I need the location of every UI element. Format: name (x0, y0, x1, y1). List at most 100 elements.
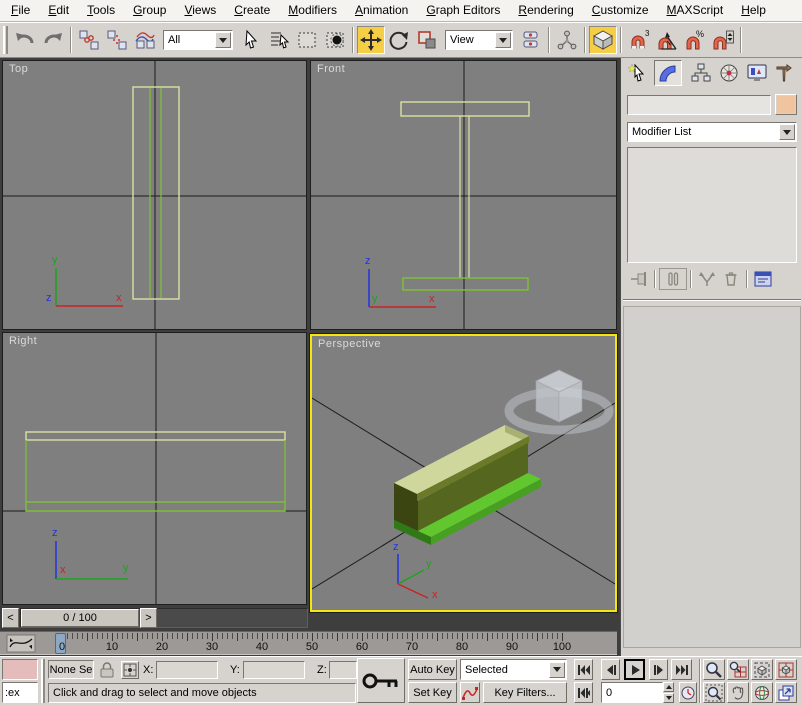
menu-item[interactable]: Create (225, 0, 279, 21)
select-and-rotate-icon[interactable] (385, 26, 413, 54)
macro-recorder-pane[interactable] (2, 659, 38, 680)
tab-modify[interactable] (654, 60, 682, 86)
key-filters-button[interactable]: Key Filters... (483, 682, 567, 703)
maximize-viewport-toggle-icon[interactable] (775, 682, 797, 703)
menu-item[interactable]: Edit (39, 0, 78, 21)
time-configuration-icon[interactable] (679, 682, 697, 703)
viewport-label[interactable]: Top (9, 63, 28, 75)
menu-item[interactable]: Help (732, 0, 775, 21)
bind-to-space-warp-icon[interactable] (131, 26, 159, 54)
use-pivot-point-center-icon[interactable] (517, 26, 545, 54)
make-unique-icon[interactable] (695, 268, 719, 290)
dropdown-arrow-icon[interactable] (779, 124, 795, 140)
undo-icon[interactable] (11, 26, 39, 54)
snaps-toggle-icon[interactable]: 3 (625, 26, 653, 54)
menu-item[interactable]: File (2, 0, 39, 21)
spinner-snap-toggle-icon[interactable] (709, 26, 737, 54)
menu-item[interactable]: Group (124, 0, 175, 21)
unlink-selection-icon[interactable] (103, 26, 131, 54)
rectangular-selection-region-icon[interactable] (293, 26, 321, 54)
select-and-move-icon[interactable] (357, 26, 385, 54)
redo-icon[interactable] (39, 26, 67, 54)
ghost-helper-object[interactable] (504, 369, 614, 435)
open-mini-curve-editor-icon[interactable] (6, 634, 36, 656)
tab-hierarchy[interactable] (687, 60, 715, 86)
menu-item[interactable]: Graph Editors (417, 0, 509, 21)
viewport-label[interactable]: Perspective (318, 338, 381, 350)
auto-key-button[interactable]: Auto Key (408, 659, 457, 680)
ibeam-wireframe-top[interactable] (132, 86, 180, 300)
show-end-result-icon[interactable] (659, 268, 687, 290)
select-and-scale-icon[interactable] (413, 26, 441, 54)
tab-utilities[interactable] (771, 60, 799, 86)
time-slider-handle[interactable]: 0 / 100 (21, 609, 139, 627)
menu-item[interactable]: Rendering (509, 0, 582, 21)
viewport-perspective[interactable]: z y x Perspective (309, 333, 618, 613)
menu-item[interactable]: Tools (78, 0, 124, 21)
maxscript-mini-listener[interactable]: :ex (2, 682, 38, 703)
go-to-end-button[interactable] (671, 659, 692, 680)
angle-snap-toggle-icon[interactable] (653, 26, 681, 54)
menu-item[interactable]: Views (175, 0, 225, 21)
menu-item[interactable]: Animation (346, 0, 417, 21)
modifier-list-dropdown[interactable]: Modifier List (627, 122, 797, 142)
absolute-offset-mode-toggle[interactable] (121, 661, 139, 679)
key-mode-dropdown[interactable]: Selected (460, 659, 567, 680)
object-name-field[interactable] (627, 95, 771, 115)
y-coordinate-field[interactable] (243, 661, 305, 679)
menu-item[interactable]: Customize (583, 0, 658, 21)
pan-view-icon[interactable] (727, 682, 749, 703)
tab-motion[interactable] (715, 60, 743, 86)
previous-frame-arrow-button[interactable]: < (2, 608, 19, 628)
play-animation-button[interactable] (624, 659, 645, 680)
viewport-label[interactable]: Front (317, 63, 345, 75)
viewport-right[interactable]: z x y Right (2, 332, 307, 605)
frame-spinner[interactable] (663, 682, 674, 703)
key-mode-toggle-icon[interactable] (574, 682, 593, 703)
toolbar-grip[interactable] (3, 26, 8, 54)
go-to-start-button[interactable] (574, 659, 593, 680)
select-object-icon[interactable] (237, 26, 265, 54)
viewport-label[interactable]: Right (9, 335, 37, 347)
dropdown-arrow-icon[interactable] (549, 661, 565, 678)
modifier-stack-list[interactable] (627, 147, 797, 263)
dropdown-arrow-icon[interactable] (495, 32, 511, 48)
object-color-swatch[interactable] (775, 94, 797, 115)
menu-item[interactable]: Modifiers (279, 0, 346, 21)
selection-lock-icon[interactable] (99, 661, 115, 682)
set-keys-button[interactable] (357, 658, 405, 703)
zoom-extents-all-icon[interactable] (775, 659, 797, 680)
time-slider-track[interactable]: 0 / 100 (20, 608, 308, 628)
new-key-tangents-icon[interactable] (460, 682, 480, 703)
arc-rotate-icon[interactable] (751, 682, 773, 703)
zoom-icon[interactable] (703, 659, 725, 680)
remove-modifier-icon[interactable] (719, 268, 743, 290)
percent-snap-toggle-icon[interactable]: % (681, 26, 709, 54)
tab-create[interactable] (625, 60, 653, 86)
configure-modifier-sets-icon[interactable] (751, 268, 775, 290)
next-frame-button[interactable] (649, 659, 668, 680)
pin-stack-icon[interactable] (627, 268, 651, 290)
select-and-link-icon[interactable] (75, 26, 103, 54)
zoom-extents-icon[interactable] (751, 659, 773, 680)
track-bar[interactable]: 0 10 20 30 40 50 60 70 80 90 100 (0, 631, 617, 655)
select-by-name-icon[interactable] (265, 26, 293, 54)
selection-filter-dropdown[interactable]: All (163, 30, 233, 50)
x-coordinate-field[interactable] (156, 661, 218, 679)
viewport-top[interactable]: y x z Top (2, 60, 307, 330)
region-zoom-icon[interactable] (703, 682, 725, 703)
listener-splitter[interactable] (41, 659, 45, 703)
set-key-button[interactable]: Set Key (408, 682, 457, 703)
z-coordinate-field[interactable] (329, 661, 357, 679)
tab-display[interactable] (743, 60, 771, 86)
zoom-all-icon[interactable] (727, 659, 749, 680)
keyboard-shortcut-override-toggle-icon[interactable] (589, 26, 617, 54)
window-crossing-toggle-icon[interactable] (321, 26, 349, 54)
current-frame-field[interactable]: 0 (601, 682, 663, 703)
ibeam-shaded-model[interactable] (394, 425, 541, 545)
menu-item[interactable]: MAXScript (658, 0, 733, 21)
reference-coordinate-system-dropdown[interactable]: View (445, 30, 513, 50)
next-frame-arrow-button[interactable]: > (140, 608, 157, 628)
previous-frame-button[interactable] (601, 659, 620, 680)
viewport-front[interactable]: z y x Front (310, 60, 617, 330)
